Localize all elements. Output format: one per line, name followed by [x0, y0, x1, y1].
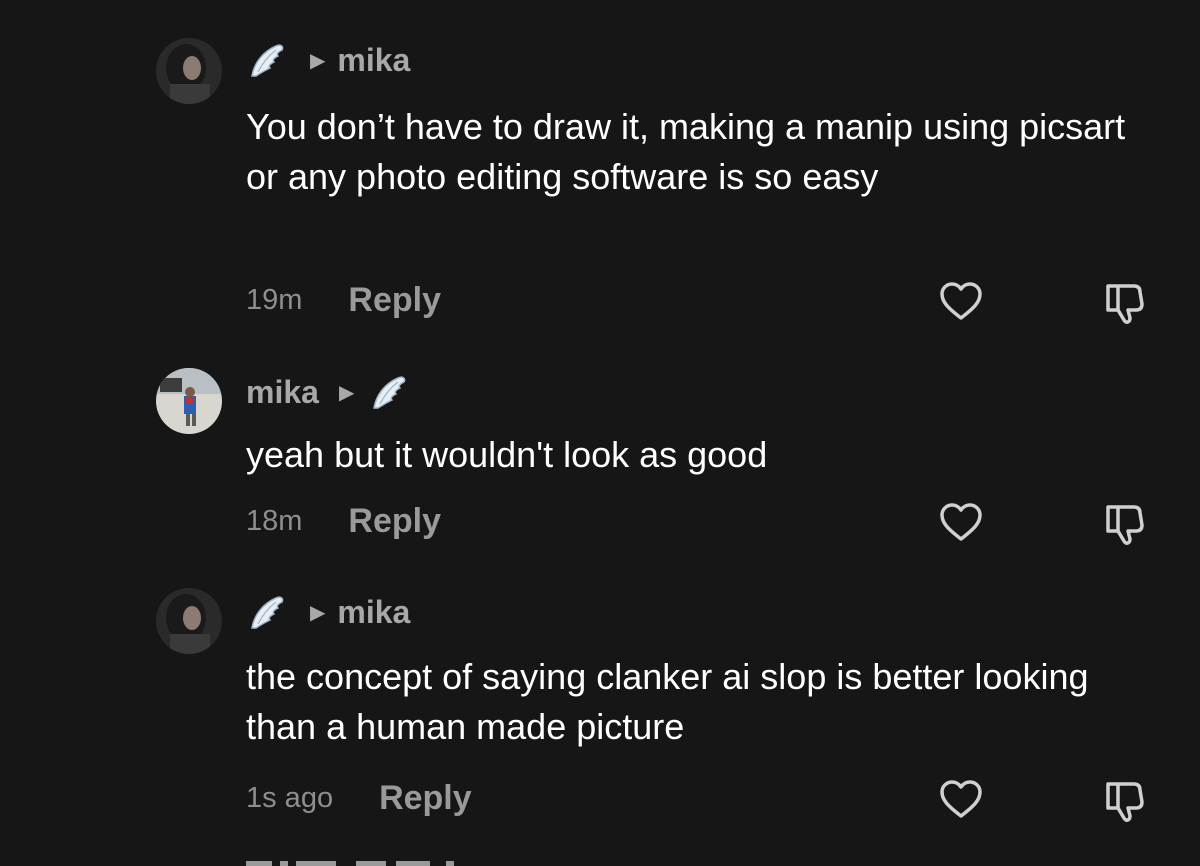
heart-icon[interactable]	[936, 276, 986, 326]
author-name[interactable]: mika	[337, 594, 410, 631]
comment-header: mika ▶	[246, 372, 410, 412]
comment-header: ▶ mika	[246, 40, 410, 80]
caret-right-icon: ▶	[310, 601, 326, 624]
avatar[interactable]	[156, 368, 222, 434]
reply-button[interactable]: Reply	[348, 281, 441, 320]
comment-header: ▶ mika	[246, 592, 410, 632]
timestamp: 1s ago	[246, 781, 334, 814]
thumbs-down-icon[interactable]	[1100, 278, 1150, 328]
comment-meta: 1s ago Reply	[246, 776, 472, 820]
thumbs-down-icon[interactable]	[1100, 499, 1150, 549]
wing-icon	[246, 40, 288, 80]
reply-button[interactable]: Reply	[348, 502, 441, 541]
timestamp: 18m	[246, 504, 303, 537]
wing-icon	[246, 592, 288, 632]
author-name[interactable]: mika	[246, 374, 319, 411]
timestamp: 19m	[246, 283, 303, 316]
comment-text: the concept of saying clanker ai slop is…	[246, 656, 1089, 747]
wing-icon	[368, 372, 410, 412]
comment-meta: 19m Reply	[246, 278, 441, 322]
caret-right-icon: ▶	[310, 49, 326, 72]
thumbs-down-icon[interactable]	[1100, 776, 1150, 826]
author-name[interactable]: mika	[337, 42, 410, 79]
comment-text: You don’t have to draw it, making a mani…	[246, 106, 1126, 197]
reply-button[interactable]: Reply	[379, 779, 472, 818]
avatar[interactable]	[156, 588, 222, 654]
comment-meta: 18m Reply	[246, 499, 441, 543]
comment-text: yeah but it wouldn't look as good	[246, 434, 768, 475]
heart-icon[interactable]	[936, 774, 986, 824]
caret-right-icon: ▶	[338, 381, 355, 404]
cut-off-content	[246, 856, 486, 866]
avatar[interactable]	[156, 38, 222, 104]
heart-icon[interactable]	[936, 497, 986, 547]
